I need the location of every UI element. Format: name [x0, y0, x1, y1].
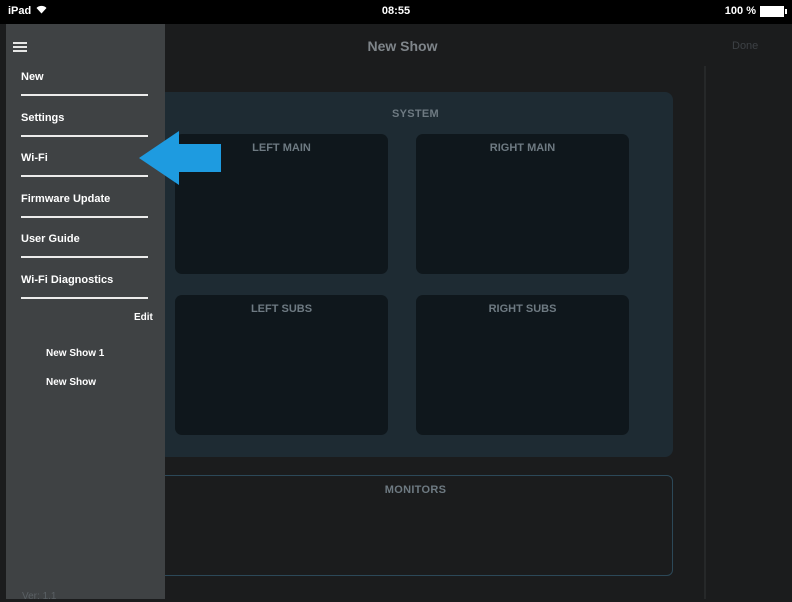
sidebar-menu: New Settings Wi-Fi Firmware Update User …: [6, 24, 165, 602]
zone-right-subs[interactable]: RIGHT SUBS: [416, 295, 629, 435]
divider: [21, 256, 148, 258]
page-title: New Show: [367, 38, 438, 54]
monitors-label: MONITORS: [384, 484, 447, 496]
zone-label: RIGHT SUBS: [488, 303, 557, 315]
right-divider: [704, 66, 706, 599]
sidebar-item-user-guide[interactable]: User Guide: [21, 218, 148, 258]
pointer-arrow-icon: [139, 131, 221, 185]
sidebar-item-wifi-diagnostics[interactable]: Wi-Fi Diagnostics: [21, 259, 148, 299]
system-panel: SYSTEM LEFT MAIN RIGHT MAIN LEFT SUBS RI…: [158, 92, 673, 457]
zone-label: LEFT SUBS: [250, 303, 313, 315]
sidebar-item-label: Wi-Fi: [21, 152, 48, 164]
sidebar-item-wifi[interactable]: Wi-Fi: [21, 137, 148, 177]
divider: [21, 94, 148, 96]
zone-right-main[interactable]: RIGHT MAIN: [416, 134, 629, 274]
system-label: SYSTEM: [391, 108, 440, 120]
edit-button[interactable]: Edit: [134, 312, 153, 323]
sidebar-item-label: User Guide: [21, 233, 80, 245]
sidebar-item-firmware-update[interactable]: Firmware Update: [21, 178, 148, 218]
version-label: Ver: 1.1: [22, 591, 57, 602]
divider: [21, 297, 148, 299]
monitors-panel[interactable]: MONITORS: [158, 475, 673, 576]
status-bar: iPad 08:55 100 %: [0, 0, 792, 24]
zone-label: RIGHT MAIN: [489, 142, 556, 154]
sidebar-item-label: Firmware Update: [21, 193, 111, 205]
zone-left-subs[interactable]: LEFT SUBS: [175, 295, 388, 435]
sidebar-item-label: Wi-Fi Diagnostics: [21, 274, 114, 286]
sidebar-item-label: New: [21, 71, 44, 83]
show-item-new-show[interactable]: New Show: [46, 377, 96, 388]
sidebar-item-settings[interactable]: Settings: [21, 97, 148, 137]
battery-percent: 100 %: [724, 5, 756, 17]
hamburger-menu-icon[interactable]: [13, 42, 27, 53]
battery-icon: [760, 5, 787, 17]
status-right: 100 %: [724, 5, 787, 17]
divider: [21, 175, 148, 177]
done-button[interactable]: Done: [732, 40, 758, 52]
status-time: 08:55: [381, 5, 411, 17]
sidebar-item-new[interactable]: New: [21, 56, 148, 96]
show-item-new-show-1[interactable]: New Show 1: [46, 348, 104, 359]
sidebar-item-label: Settings: [21, 112, 65, 124]
